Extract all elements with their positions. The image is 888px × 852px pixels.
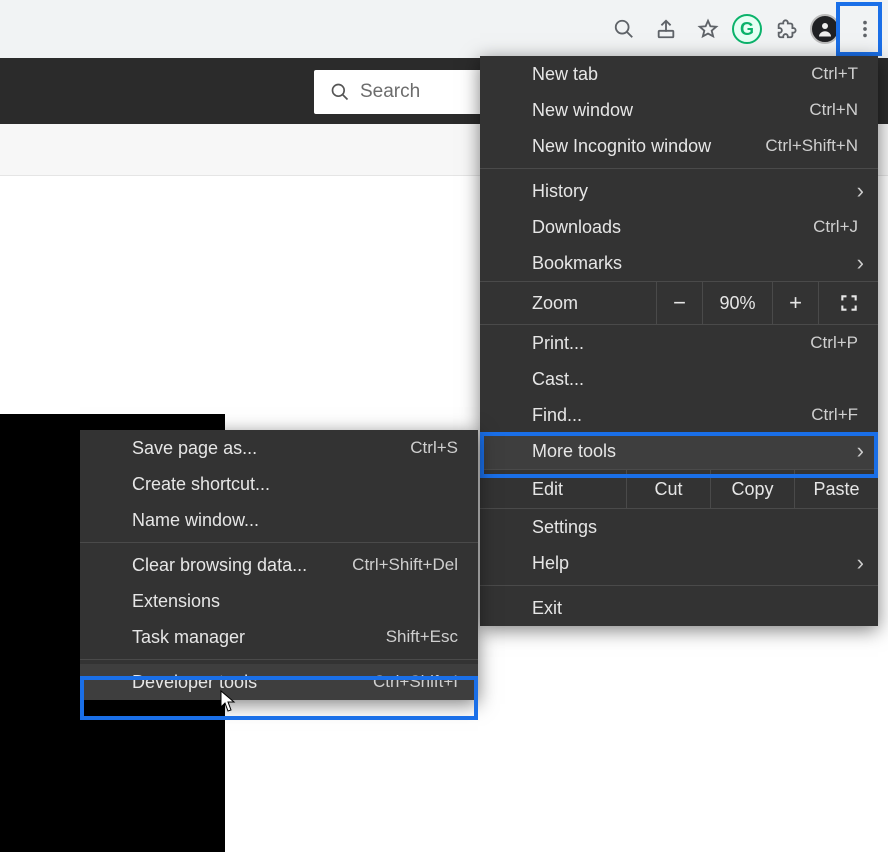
submenu-save-page[interactable]: Save page as... Ctrl+S: [80, 430, 478, 466]
zoom-in-button[interactable]: +: [772, 282, 818, 324]
menu-item-label: Exit: [532, 598, 562, 619]
chrome-toolbar: G: [0, 0, 888, 58]
menu-separator: [480, 168, 878, 169]
menu-item-label: More tools: [532, 441, 616, 462]
menu-more-tools[interactable]: More tools: [480, 433, 878, 469]
menu-downloads[interactable]: Downloads Ctrl+J: [480, 209, 878, 245]
menu-separator: [480, 585, 878, 586]
menu-item-label: Settings: [532, 517, 597, 538]
zoom-indicator-icon[interactable]: [606, 11, 642, 47]
menu-item-label: History: [532, 181, 588, 202]
menu-separator: [80, 542, 478, 543]
fullscreen-button[interactable]: [818, 282, 878, 324]
menu-help[interactable]: Help: [480, 545, 878, 581]
menu-item-label: Task manager: [132, 627, 245, 648]
menu-bookmarks[interactable]: Bookmarks: [480, 245, 878, 281]
menu-item-shortcut: Ctrl+J: [813, 217, 858, 237]
menu-edit-row: Edit Cut Copy Paste: [480, 469, 878, 509]
menu-item-label: Clear browsing data...: [132, 555, 307, 576]
menu-exit[interactable]: Exit: [480, 590, 878, 626]
menu-item-label: Developer tools: [132, 672, 257, 693]
edit-cut[interactable]: Cut: [626, 470, 710, 508]
menu-print[interactable]: Print... Ctrl+P: [480, 325, 878, 361]
menu-item-label: Extensions: [132, 591, 220, 612]
menu-item-shortcut: Ctrl+F: [811, 405, 858, 425]
zoom-out-button[interactable]: −: [656, 282, 702, 324]
menu-item-label: New Incognito window: [532, 136, 711, 157]
menu-find[interactable]: Find... Ctrl+F: [480, 397, 878, 433]
menu-item-label: New window: [532, 100, 633, 121]
chrome-main-menu: New tab Ctrl+T New window Ctrl+N New Inc…: [480, 56, 878, 626]
submenu-developer-tools[interactable]: Developer tools Ctrl+Shift+I: [80, 664, 478, 700]
menu-item-label: Cast...: [532, 369, 584, 390]
menu-item-label: Name window...: [132, 510, 259, 531]
menu-item-label: Bookmarks: [532, 253, 622, 274]
menu-item-label: Find...: [532, 405, 582, 426]
submenu-clear-browsing-data[interactable]: Clear browsing data... Ctrl+Shift+Del: [80, 547, 478, 583]
menu-item-shortcut: Ctrl+Shift+Del: [352, 555, 458, 575]
edit-copy[interactable]: Copy: [710, 470, 794, 508]
menu-item-shortcut: Ctrl+Shift+I: [373, 672, 458, 692]
menu-cast[interactable]: Cast...: [480, 361, 878, 397]
menu-history[interactable]: History: [480, 173, 878, 209]
menu-item-label: Print...: [532, 333, 584, 354]
chrome-more-tools-submenu: Save page as... Ctrl+S Create shortcut..…: [80, 430, 478, 700]
menu-item-shortcut: Ctrl+N: [809, 100, 858, 120]
extension-grammarly-icon[interactable]: G: [732, 14, 762, 44]
menu-settings[interactable]: Settings: [480, 509, 878, 545]
zoom-value: 90%: [702, 282, 772, 324]
submenu-name-window[interactable]: Name window...: [80, 502, 478, 538]
menu-item-label: Help: [532, 553, 569, 574]
menu-new-tab[interactable]: New tab Ctrl+T: [480, 56, 878, 92]
menu-item-shortcut: Ctrl+S: [410, 438, 458, 458]
submenu-extensions[interactable]: Extensions: [80, 583, 478, 619]
extensions-puzzle-icon[interactable]: [768, 11, 804, 47]
menu-item-label: Downloads: [532, 217, 621, 238]
menu-item-label: New tab: [532, 64, 598, 85]
star-icon[interactable]: [690, 11, 726, 47]
menu-new-incognito[interactable]: New Incognito window Ctrl+Shift+N: [480, 128, 878, 164]
menu-item-shortcut: Shift+Esc: [386, 627, 458, 647]
fullscreen-icon: [839, 293, 859, 313]
share-icon[interactable]: [648, 11, 684, 47]
search-icon: [330, 82, 350, 102]
menu-item-shortcut: Ctrl+T: [811, 64, 858, 84]
more-menu-button[interactable]: [846, 5, 884, 53]
menu-separator: [80, 659, 478, 660]
menu-new-window[interactable]: New window Ctrl+N: [480, 92, 878, 128]
menu-item-shortcut: Ctrl+Shift+N: [765, 136, 858, 156]
menu-zoom-row: Zoom − 90% +: [480, 281, 878, 325]
profile-avatar[interactable]: [810, 14, 840, 44]
edit-label: Edit: [532, 479, 563, 500]
menu-item-shortcut: Ctrl+P: [810, 333, 858, 353]
submenu-task-manager[interactable]: Task manager Shift+Esc: [80, 619, 478, 655]
submenu-create-shortcut[interactable]: Create shortcut...: [80, 466, 478, 502]
edit-paste[interactable]: Paste: [794, 470, 878, 508]
menu-item-label: Create shortcut...: [132, 474, 270, 495]
zoom-label: Zoom: [532, 293, 578, 314]
search-placeholder: Search: [360, 81, 420, 103]
menu-item-label: Save page as...: [132, 438, 257, 459]
